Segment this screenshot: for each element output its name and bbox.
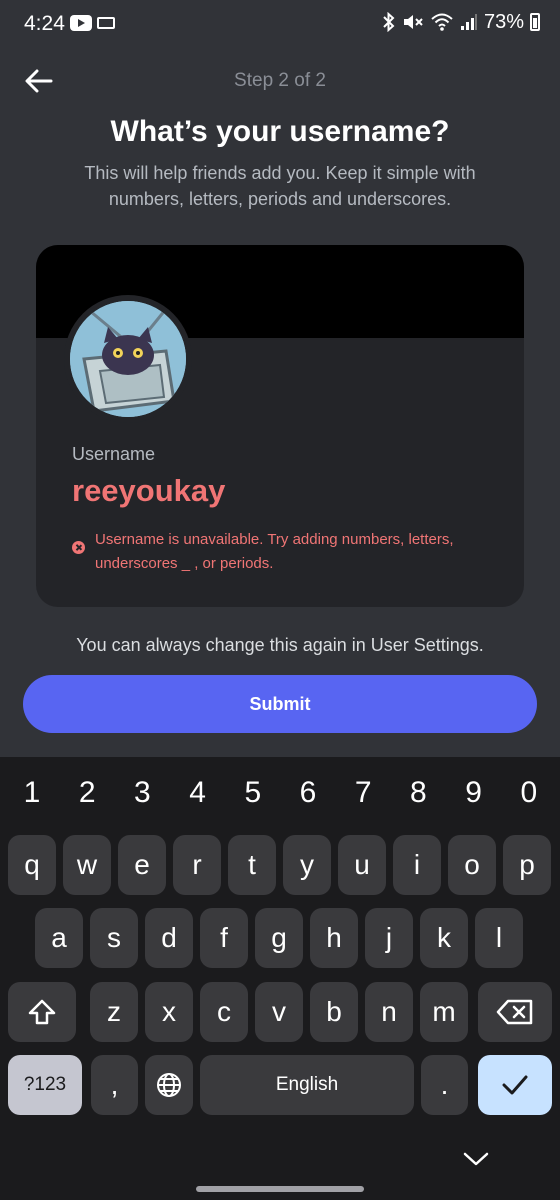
- settings-note: You can always change this again in User…: [76, 635, 484, 655]
- key-p[interactable]: p: [503, 835, 551, 895]
- key-7[interactable]: 7: [336, 771, 390, 815]
- chevron-down-icon: [463, 1152, 489, 1166]
- page-subtitle: This will help friends add you. Keep it …: [84, 163, 476, 209]
- key-0[interactable]: 0: [502, 771, 556, 815]
- username-error-message: Username is unavailable. Try adding numb…: [95, 531, 454, 572]
- key-c[interactable]: c: [200, 982, 248, 1042]
- key-u[interactable]: u: [338, 835, 386, 895]
- key-w[interactable]: w: [63, 835, 111, 895]
- key-e[interactable]: e: [118, 835, 166, 895]
- youtube-icon: [70, 15, 92, 31]
- error-icon: [72, 541, 85, 554]
- submit-button[interactable]: Submit: [23, 675, 537, 733]
- username-value: reeyoukay: [72, 473, 226, 508]
- comma-key[interactable]: ,: [91, 1055, 138, 1115]
- key-m[interactable]: m: [420, 982, 468, 1042]
- battery-icon: [530, 13, 540, 31]
- status-bar: 4:24 73%: [0, 0, 560, 48]
- key-f[interactable]: f: [200, 908, 248, 968]
- key-z[interactable]: z: [90, 982, 138, 1042]
- signal-icon: [460, 10, 478, 34]
- key-r[interactable]: r: [173, 835, 221, 895]
- backspace-key[interactable]: [478, 982, 552, 1042]
- step-indicator: Step 2 of 2: [234, 70, 326, 91]
- avatar: [64, 295, 192, 423]
- mute-icon: [402, 10, 424, 34]
- globe-icon: [157, 1073, 181, 1097]
- key-o[interactable]: o: [448, 835, 496, 895]
- key-l[interactable]: l: [475, 908, 523, 968]
- key-x[interactable]: x: [145, 982, 193, 1042]
- status-time: 4:24: [24, 12, 65, 35]
- shift-icon: [28, 999, 56, 1025]
- key-5[interactable]: 5: [226, 771, 280, 815]
- avatar-image: [70, 301, 186, 417]
- key-h[interactable]: h: [310, 908, 358, 968]
- key-1[interactable]: 1: [5, 771, 59, 815]
- key-d[interactable]: d: [145, 908, 193, 968]
- shift-key[interactable]: [8, 982, 76, 1042]
- enter-key[interactable]: [478, 1055, 552, 1115]
- key-9[interactable]: 9: [447, 771, 501, 815]
- key-a[interactable]: a: [35, 908, 83, 968]
- key-n[interactable]: n: [365, 982, 413, 1042]
- key-8[interactable]: 8: [391, 771, 445, 815]
- key-v[interactable]: v: [255, 982, 303, 1042]
- key-t[interactable]: t: [228, 835, 276, 895]
- wifi-icon: [430, 10, 454, 34]
- key-q[interactable]: q: [8, 835, 56, 895]
- page-title: What’s your username?: [110, 115, 450, 148]
- key-k[interactable]: k: [420, 908, 468, 968]
- status-icons: 73%: [382, 10, 540, 34]
- key-y[interactable]: y: [283, 835, 331, 895]
- gesture-nav-handle[interactable]: [196, 1186, 364, 1192]
- keyboard-number-row: 1234567890: [0, 771, 560, 815]
- symbols-key[interactable]: ?123: [8, 1055, 82, 1115]
- keyboard-icon: [97, 17, 115, 29]
- backspace-icon: [496, 999, 533, 1025]
- checkmark-icon: [502, 1075, 528, 1095]
- on-screen-keyboard: 1234567890 ?123 , English . qwertyuiop as…: [0, 757, 560, 1200]
- key-b[interactable]: b: [310, 982, 358, 1042]
- key-i[interactable]: i: [393, 835, 441, 895]
- bluetooth-icon: [382, 10, 396, 34]
- key-2[interactable]: 2: [60, 771, 114, 815]
- username-label: Username: [72, 444, 156, 464]
- battery-percent: 73%: [483, 10, 524, 33]
- key-g[interactable]: g: [255, 908, 303, 968]
- space-key[interactable]: English: [200, 1055, 414, 1115]
- key-s[interactable]: s: [90, 908, 138, 968]
- key-3[interactable]: 3: [115, 771, 169, 815]
- key-6[interactable]: 6: [281, 771, 335, 815]
- key-j[interactable]: j: [365, 908, 413, 968]
- profile-preview-card: Username reeyoukay Username is unavailab…: [36, 245, 524, 607]
- hide-keyboard-button[interactable]: [462, 1150, 490, 1173]
- language-key[interactable]: [145, 1055, 193, 1115]
- key-4[interactable]: 4: [171, 771, 225, 815]
- period-key[interactable]: .: [421, 1055, 468, 1115]
